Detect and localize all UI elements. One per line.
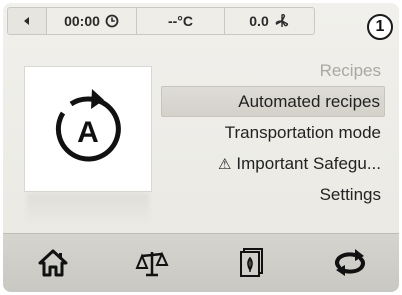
fan-icon bbox=[275, 13, 288, 27]
temperature-value: --°C bbox=[167, 13, 194, 29]
scale-icon bbox=[135, 251, 169, 277]
menu-item-label: Important Safegu... bbox=[236, 153, 381, 173]
mode-button[interactable] bbox=[320, 241, 380, 285]
mode-letter: A bbox=[77, 116, 99, 149]
main-menu: Recipes Automated recipes Transportation… bbox=[161, 55, 385, 210]
menu-item-label: Automated recipes bbox=[238, 91, 380, 111]
loop-icon bbox=[334, 249, 365, 276]
warning-icon: ⚠ bbox=[217, 155, 232, 173]
status-bar: 00:00 --°C 0.0 bbox=[7, 7, 315, 35]
tile-reflection bbox=[27, 193, 149, 223]
scale-button[interactable] bbox=[122, 241, 182, 285]
step-badge: 1 bbox=[367, 14, 393, 40]
menu-item-automated-recipes[interactable]: Automated recipes bbox=[161, 86, 385, 117]
automated-mode-tile[interactable]: A bbox=[24, 66, 152, 192]
menu-item-recipes[interactable]: Recipes bbox=[161, 55, 385, 86]
recipes-button[interactable] bbox=[221, 241, 281, 285]
timer-value: 00:00 bbox=[64, 13, 100, 29]
menu-item-label: Transportation mode bbox=[224, 122, 381, 142]
menu-item-important-safeguards[interactable]: ⚠ Important Safegu... bbox=[161, 148, 385, 179]
menu-item-settings[interactable]: Settings bbox=[161, 179, 385, 210]
home-button[interactable] bbox=[23, 241, 83, 285]
automated-mode-icon: A bbox=[55, 89, 121, 162]
back-button[interactable] bbox=[7, 7, 47, 35]
back-arrow-icon bbox=[24, 17, 29, 25]
menu-item-label: Recipes bbox=[319, 60, 381, 80]
home-icon bbox=[38, 249, 67, 277]
recipe-book-icon bbox=[239, 248, 263, 277]
speed-value: 0.0 bbox=[249, 13, 269, 29]
menu-item-label: Settings bbox=[319, 184, 381, 204]
device-frame: 00:00 --°C 0.0 1 A Recipes Automated rec… bbox=[0, 0, 402, 295]
timer-display[interactable]: 00:00 bbox=[47, 7, 137, 35]
bottom-nav-bar bbox=[3, 233, 399, 292]
speed-display[interactable]: 0.0 bbox=[225, 7, 315, 35]
temperature-display[interactable]: --°C bbox=[137, 7, 225, 35]
clock-icon bbox=[105, 14, 119, 28]
menu-item-transportation-mode[interactable]: Transportation mode bbox=[161, 117, 385, 148]
touch-screen: 00:00 --°C 0.0 1 A Recipes Automated rec… bbox=[3, 3, 399, 292]
